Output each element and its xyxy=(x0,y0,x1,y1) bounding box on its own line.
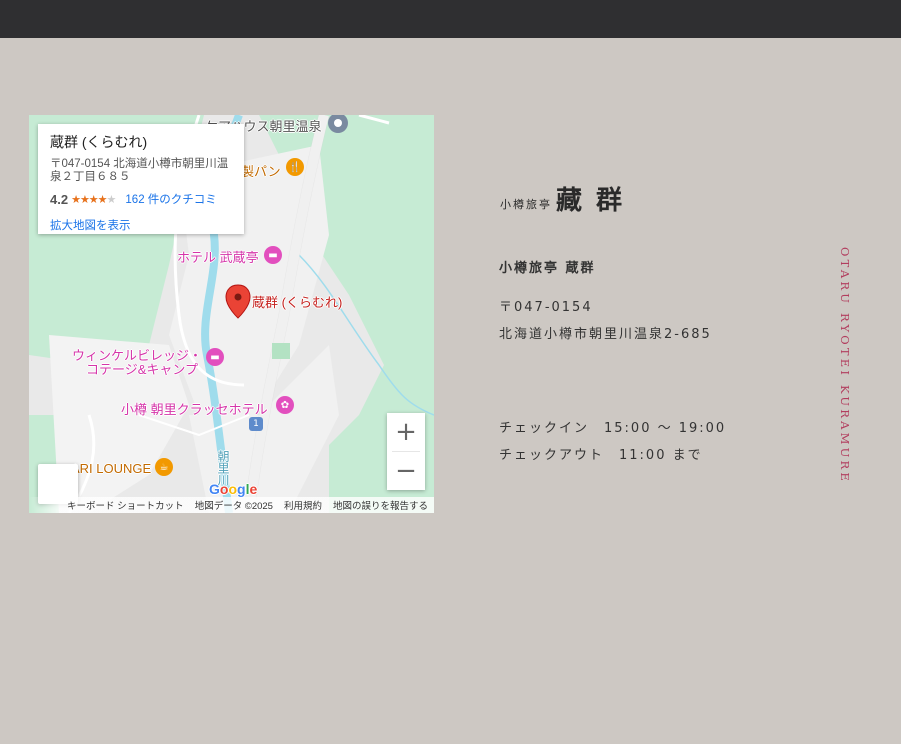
logo-small-text: 小樽旅亭 xyxy=(500,198,552,211)
zoom-in-button[interactable]: + xyxy=(387,413,425,451)
top-bar xyxy=(0,0,901,38)
checkout-time: チェックアウト 11:00 まで xyxy=(499,448,703,463)
view-larger-map-link[interactable]: 拡大地図を表示 xyxy=(50,217,232,233)
place-info-card: 蔵群 (くらむれ) 〒047-0154 北海道小樽市朝里川温泉２丁目６８５ 4.… xyxy=(38,124,244,234)
map-label-hotel-musashitei[interactable]: ホテル 武蔵亭 xyxy=(177,247,259,266)
google-logo: Google xyxy=(209,481,258,497)
map-attribution: キーボード ショートカット 地図データ ©2025 利用規約 地図の誤りを報告す… xyxy=(29,497,434,513)
logo-big-text: 藏群 xyxy=(556,186,637,216)
ryokan-name: 小樽旅亭 蔵群 xyxy=(499,261,596,276)
route-1-shield: 1 xyxy=(249,417,263,431)
vertical-brand-text: OTARU RYOTEI KURAMURE xyxy=(838,247,852,484)
map-label-winkel-village-2[interactable]: コテージ&キャンプ xyxy=(86,359,198,378)
cafe-icon[interactable]: ☕ xyxy=(155,458,173,476)
map-label-kuramure[interactable]: 蔵群 (くらむれ) xyxy=(252,292,342,311)
postal-code: 〒047-0154 xyxy=(499,300,593,315)
map-label-classe-hotel[interactable]: 小樽 朝里クラッセホテル xyxy=(121,399,268,418)
zoom-control: + − xyxy=(387,413,425,490)
spa-icon[interactable]: ✿ xyxy=(276,396,294,414)
rating-stars-icon: ★★★★★ xyxy=(71,193,116,206)
zoom-out-button[interactable]: − xyxy=(387,452,425,490)
place-rating: 4.2 xyxy=(50,191,69,207)
map-label-bakery[interactable]: 製パン xyxy=(241,161,281,180)
map-label-lounge[interactable]: ARI LOUNGE xyxy=(71,461,151,476)
keyboard-shortcuts-link[interactable]: キーボード ショートカット xyxy=(67,498,184,512)
place-name: 蔵群 (くらむれ) xyxy=(50,134,148,150)
hotel-icon[interactable]: ▬ xyxy=(206,348,224,366)
checkin-time: チェックイン 15:00 ～ 19:00 xyxy=(499,421,727,436)
hotel-icon[interactable]: ▬ xyxy=(264,246,282,264)
restaurant-icon[interactable]: 🍴 xyxy=(286,158,304,176)
address: 北海道小樽市朝里川温泉2-685 xyxy=(499,327,712,342)
google-map[interactable]: ケアハウス朝里温泉 製パン 🍴 ホテル 武蔵亭 ▬ 蔵群 (くらむれ) ウィンケ… xyxy=(29,115,434,513)
terms-link[interactable]: 利用規約 xyxy=(284,498,322,512)
report-error-link[interactable]: 地図の誤りを報告する xyxy=(333,498,428,512)
place-address: 〒047-0154 北海道小樽市朝里川温泉２丁目６８５ xyxy=(50,158,229,183)
map-data-label: 地図データ ©2025 xyxy=(194,501,273,512)
reviews-link[interactable]: 162 件のクチコミ xyxy=(125,191,216,207)
kuramure-logo: 小樽旅亭 藏群 xyxy=(500,180,636,217)
